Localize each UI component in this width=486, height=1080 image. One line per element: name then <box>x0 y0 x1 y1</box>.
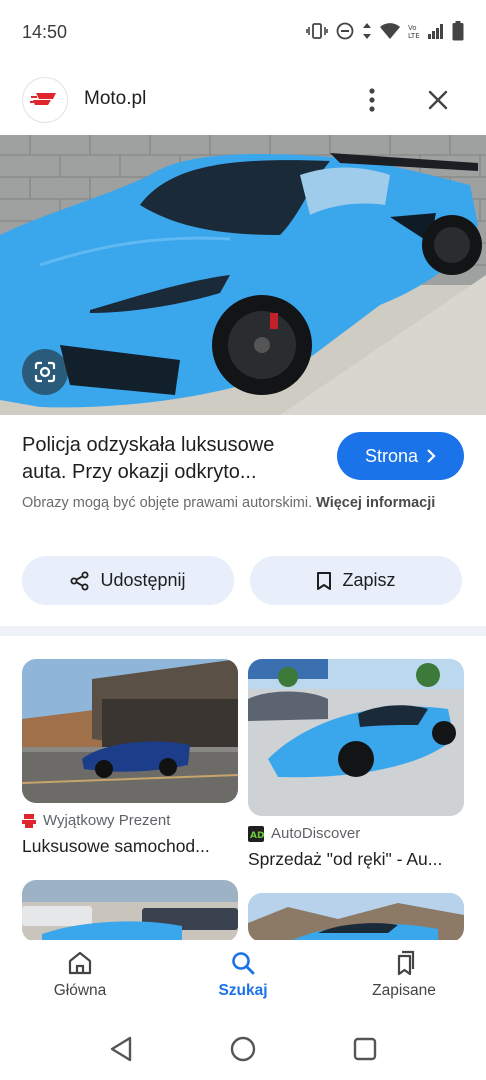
nav-label-search: Szukaj <box>218 982 268 999</box>
section-divider <box>0 626 486 636</box>
blue-sports-car-image <box>0 135 486 415</box>
search-icon <box>232 952 255 975</box>
related-title[interactable]: Sprzedaż "od ręki" - Au... <box>248 849 442 870</box>
source-favicon-icon: AD <box>248 825 264 842</box>
lens-icon <box>34 361 56 383</box>
site-logo[interactable] <box>22 77 68 123</box>
svg-text:LTE: LTE <box>408 32 420 40</box>
car-under-bridge-image <box>22 659 238 803</box>
close-button[interactable] <box>422 84 454 116</box>
save-button[interactable]: Zapisz <box>250 556 462 605</box>
save-label: Zapisz <box>342 570 396 590</box>
nav-label-home: Główna <box>53 982 107 999</box>
system-navigation-bar <box>0 1020 486 1080</box>
related-source-name: Wyjątkowy Prezent <box>43 812 171 829</box>
wifi-icon <box>380 22 400 45</box>
source-favicon-icon <box>22 813 36 828</box>
saved-collections-icon <box>397 950 415 976</box>
screen: 14:50 Vo LTE Moto.pl Policja odzyskała l… <box>0 0 486 1080</box>
status-bar: 14:50 Vo LTE <box>0 0 486 66</box>
result-image[interactable] <box>0 135 486 415</box>
visit-page-label: Strona <box>364 445 419 466</box>
recents-square-icon <box>353 1037 377 1061</box>
site-name[interactable]: Moto.pl <box>84 88 146 110</box>
volte-icon: Vo LTE <box>408 22 420 45</box>
car-lot-image <box>22 880 238 942</box>
more-info-link[interactable]: Więcej informacji <box>316 495 435 511</box>
moto-logo-icon <box>30 93 56 105</box>
related-image[interactable] <box>22 880 238 942</box>
result-title-line2: auta. Przy okazji odkryto... <box>22 461 257 483</box>
related-image[interactable] <box>22 659 238 803</box>
more-options-button[interactable] <box>356 84 388 116</box>
related-image[interactable] <box>248 893 464 942</box>
result-title[interactable]: Policja odzyskała luksusowe auta. Przy o… <box>22 432 322 486</box>
nav-label-saved: Zapisane <box>372 982 436 999</box>
chevron-right-icon <box>427 449 436 463</box>
share-label: Udostępnij <box>100 570 186 590</box>
bookmark-icon <box>317 571 332 590</box>
back-button[interactable] <box>106 1034 136 1064</box>
related-source: AD AutoDiscover <box>248 825 360 842</box>
share-button[interactable]: Udostępnij <box>22 556 234 605</box>
nav-item-home[interactable]: Główna <box>20 950 140 1000</box>
signal-icon <box>428 23 444 44</box>
data-arrows-icon <box>362 22 372 45</box>
nav-item-saved[interactable]: Zapisane <box>344 950 464 1000</box>
close-icon <box>428 90 448 110</box>
share-icon <box>70 571 89 590</box>
home-system-button[interactable] <box>228 1034 258 1064</box>
battery-icon <box>452 21 464 46</box>
copyright-text: Obrazy mogą być objęte prawami autorskim… <box>22 495 313 511</box>
recents-button[interactable] <box>350 1034 380 1064</box>
bottom-navigation: Główna Szukaj Zapisane <box>0 940 486 1020</box>
svg-text:AD: AD <box>250 831 264 841</box>
google-lens-button[interactable] <box>22 349 68 395</box>
visit-page-button[interactable]: Strona <box>337 432 464 480</box>
result-title-line1: Policja odzyskała luksusowe <box>22 434 275 456</box>
related-image[interactable] <box>248 659 464 816</box>
viewer-header: Moto.pl <box>0 70 486 130</box>
blue-car-parking-lot-image <box>248 659 464 816</box>
status-time: 14:50 <box>22 22 68 42</box>
do-not-disturb-icon <box>336 22 354 45</box>
home-circle-icon <box>230 1036 256 1062</box>
back-triangle-icon <box>110 1036 132 1062</box>
related-title[interactable]: Luksusowe samochod... <box>22 836 210 857</box>
home-icon <box>68 951 92 975</box>
svg-text:Vo: Vo <box>408 24 417 32</box>
copyright-notice: Obrazy mogą być objęte prawami autorskim… <box>22 492 462 514</box>
nav-item-search[interactable]: Szukaj <box>183 950 303 1000</box>
car-desert-image <box>248 893 464 942</box>
related-source: Wyjątkowy Prezent <box>22 812 170 829</box>
more-vert-icon <box>369 88 375 112</box>
status-icons: Vo LTE <box>306 21 464 46</box>
vibrate-icon <box>306 22 328 45</box>
related-source-name: AutoDiscover <box>271 825 361 842</box>
